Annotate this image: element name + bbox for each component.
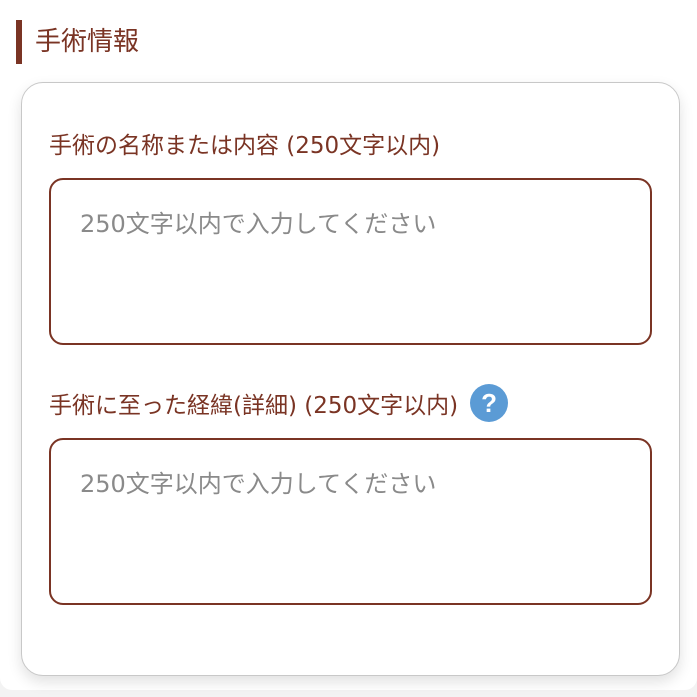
page: 手術情報 手術の名称または内容 (250文字以内) 手術に至った経緯(詳細) (… [0,0,697,697]
section-title: 手術情報 [35,27,140,57]
surgery-history-label-text: 手術に至った経緯(詳細) (250文字以内) [49,393,459,419]
section-header: 手術情報 [16,20,139,64]
form-panel: 手術情報 手術の名称または内容 (250文字以内) 手術に至った経緯(詳細) (… [0,0,697,690]
surgery-name-label-text: 手術の名称または内容 (250文字以内) [49,133,441,159]
question-circle-icon[interactable]: ? [470,384,509,422]
surgery-name-textarea[interactable] [49,178,652,345]
surgery-name-label: 手術の名称または内容 (250文字以内) [49,125,440,161]
section-accent-bar [16,20,22,64]
surgery-history-label: 手術に至った経緯(詳細) (250文字以内) ? [49,384,509,422]
surgery-history-textarea[interactable] [49,438,652,605]
surgery-info-card: 手術の名称または内容 (250文字以内) 手術に至った経緯(詳細) (250文字… [21,82,680,676]
